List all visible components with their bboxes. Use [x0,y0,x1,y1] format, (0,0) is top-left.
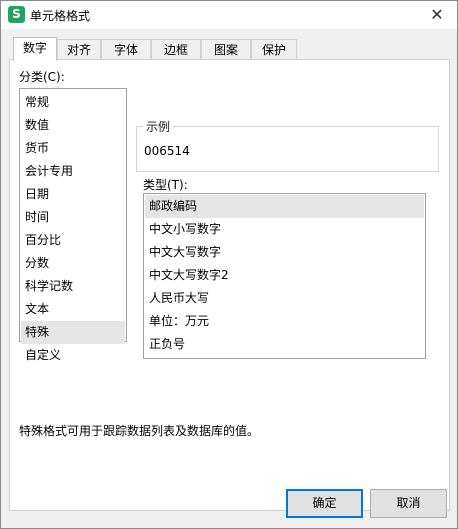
tab-protection[interactable]: 保护 [251,39,297,60]
category-item[interactable]: 百分比 [21,229,125,252]
type-item[interactable]: 中文大写数字2 [145,264,424,287]
category-item[interactable]: 货币 [21,137,125,160]
sample-value: 006514 [144,144,190,158]
sample-title: 示例 [143,118,174,135]
description-text: 特殊格式可用于跟踪数据列表及数据库的值。 [19,424,260,438]
category-item-selected[interactable]: 特殊 [21,321,125,344]
category-item[interactable]: 数值 [21,114,125,137]
category-item[interactable]: 常规 [21,91,125,114]
category-item[interactable]: 时间 [21,206,125,229]
sample-group: 示例 006514 [136,118,439,172]
type-item-selected[interactable]: 邮政编码 [145,195,424,218]
tab-number[interactable]: 数字 [13,37,57,61]
format-cells-dialog: S 单元格格式 ✕ 数字 对齐 字体 边框 图案 保护 分类(C): 常规 数值… [0,0,458,529]
close-icon[interactable]: ✕ [423,3,451,27]
dialog-title: 单元格格式 [30,9,91,23]
wps-sheet-icon: S [8,6,25,23]
ok-button[interactable]: 确定 [286,489,363,518]
category-item[interactable]: 会计专用 [21,160,125,183]
type-item[interactable]: 正负号 [145,333,424,356]
type-item[interactable]: 人民币大写 [145,287,424,310]
category-item[interactable]: 科学记数 [21,275,125,298]
type-listbox[interactable]: 邮政编码 中文小写数字 中文大写数字 中文大写数字2 人民币大写 单位：万元 正… [143,193,426,359]
category-label: 分类(C): [19,70,65,84]
cancel-button[interactable]: 取消 [370,489,447,518]
category-listbox[interactable]: 常规 数值 货币 会计专用 日期 时间 百分比 分数 科学记数 文本 特殊 自定… [19,88,127,362]
type-item[interactable]: 中文大写数字 [145,241,424,264]
title-bar[interactable]: S 单元格格式 ✕ [1,1,457,29]
category-item[interactable]: 分数 [21,252,125,275]
category-item[interactable]: 自定义 [21,344,125,367]
type-item[interactable]: 单位：万元 [145,310,424,333]
tab-alignment[interactable]: 对齐 [57,39,101,60]
category-item[interactable]: 文本 [21,298,125,321]
tab-panel-number: 分类(C): 常规 数值 货币 会计专用 日期 时间 百分比 分数 科学记数 文… [9,59,450,511]
category-item[interactable]: 日期 [21,183,125,206]
dialog-body: 数字 对齐 字体 边框 图案 保护 分类(C): 常规 数值 货币 会计专用 日… [1,29,457,528]
type-item[interactable]: 中文小写数字 [145,218,424,241]
tab-pattern[interactable]: 图案 [201,39,251,60]
tab-border[interactable]: 边框 [151,39,201,60]
type-label: 类型(T): [143,178,188,192]
tab-font[interactable]: 字体 [101,39,151,60]
